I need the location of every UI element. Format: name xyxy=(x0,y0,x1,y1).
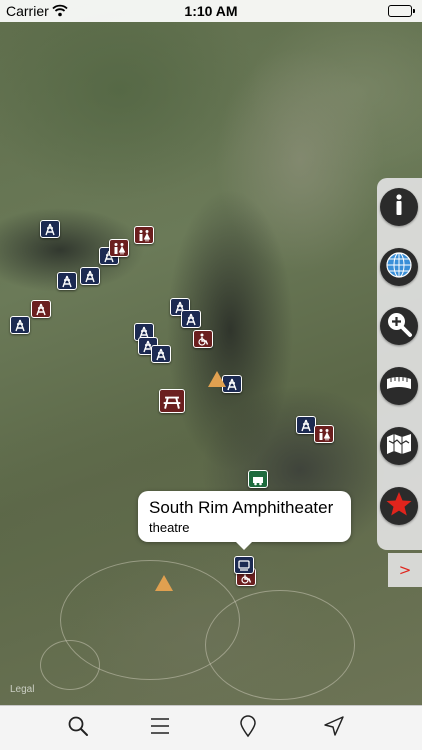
road xyxy=(40,640,100,690)
lookout-tower-marker[interactable] xyxy=(80,267,100,285)
campground-marker[interactable] xyxy=(248,470,268,488)
status-bar: Carrier 1:10 AM xyxy=(0,0,422,22)
legal-link[interactable]: Legal xyxy=(10,684,34,695)
lookout-tower-marker[interactable] xyxy=(151,345,171,363)
camping-marker[interactable] xyxy=(208,371,226,387)
callout-title: South Rim Amphitheater xyxy=(149,498,334,517)
measure-button[interactable] xyxy=(380,367,418,405)
accessible-marker[interactable] xyxy=(193,330,213,348)
lookout-tower-marker[interactable] xyxy=(57,272,77,290)
ruler-icon xyxy=(384,369,414,404)
zoom-button[interactable] xyxy=(380,307,418,345)
lookout-tower-marker[interactable] xyxy=(181,310,201,328)
tab-bar xyxy=(0,705,422,750)
map-type-button[interactable] xyxy=(380,427,418,465)
list-tab[interactable] xyxy=(147,715,173,741)
info-button[interactable] xyxy=(380,188,418,226)
lookout-tower-marker[interactable] xyxy=(31,300,51,318)
battery-icon xyxy=(388,5,415,17)
globe-icon xyxy=(384,250,414,285)
location-tab[interactable] xyxy=(321,715,347,741)
globe-button[interactable] xyxy=(380,248,418,286)
picnic-area-marker[interactable] xyxy=(159,389,185,413)
map-pin-icon xyxy=(236,714,260,743)
info-icon xyxy=(384,190,414,225)
road xyxy=(205,590,355,700)
favorites-button[interactable] xyxy=(380,487,418,525)
search-icon xyxy=(66,714,90,743)
lookout-tower-marker[interactable] xyxy=(296,416,316,434)
lookout-tower-marker[interactable] xyxy=(40,220,60,238)
folded-map-icon xyxy=(384,429,414,464)
search-tab[interactable] xyxy=(65,715,91,741)
zoom-in-icon xyxy=(384,309,414,344)
amphitheater-marker[interactable] xyxy=(234,556,254,574)
location-callout[interactable]: South Rim Amphitheater theatre xyxy=(138,491,351,550)
restroom-marker[interactable] xyxy=(134,226,154,244)
clock: 1:10 AM xyxy=(184,3,238,19)
location-arrow-icon xyxy=(322,714,346,743)
restroom-marker[interactable] xyxy=(314,425,334,443)
lookout-tower-marker[interactable] xyxy=(10,316,30,334)
star-icon xyxy=(384,489,414,524)
callout-subtitle: theatre xyxy=(149,520,190,535)
pin-tab[interactable] xyxy=(235,714,261,743)
list-icon xyxy=(148,714,172,743)
map-view[interactable] xyxy=(0,0,422,705)
camping-marker[interactable] xyxy=(155,575,173,591)
side-toolbar xyxy=(377,178,422,550)
expand-toolbar-button[interactable]: > xyxy=(388,553,422,587)
restroom-marker[interactable] xyxy=(109,239,129,257)
